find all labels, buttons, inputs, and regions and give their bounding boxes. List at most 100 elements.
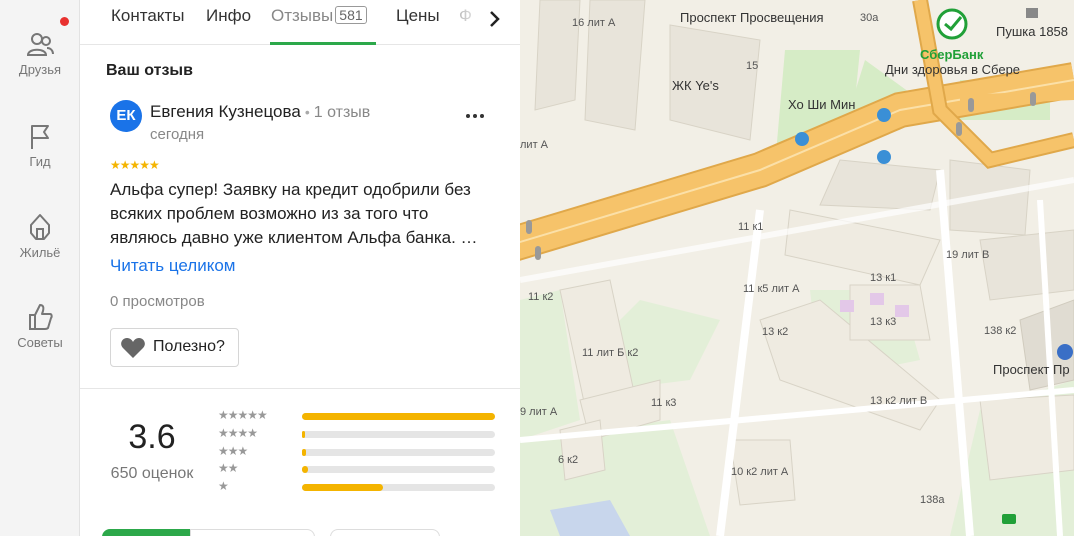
map-label: лит А <box>520 139 548 151</box>
rating-count: 650 оценок <box>110 465 194 482</box>
map-label: 11 лит Б к2 <box>582 347 639 359</box>
map-label: 138 к2 <box>984 325 1017 337</box>
rail-item-label: Друзья <box>18 62 62 77</box>
review-date: сегодня <box>150 126 205 143</box>
tab-bar: Контакты Инфо Отзывы581 Цены Ф <box>80 0 520 45</box>
building <box>849 284 931 341</box>
thumbs-up-icon <box>29 304 53 330</box>
map-label: Хо Ши Мин <box>788 97 856 112</box>
map-label: 11 к1 <box>738 221 764 233</box>
map-label: 16 лит А <box>572 17 616 29</box>
section-title: Ваш отзыв <box>106 62 193 79</box>
views-count: 0 просмотров <box>110 293 205 310</box>
distribution-fill <box>302 413 495 420</box>
map-label: Дни здоровья в Сбере <box>885 62 1021 77</box>
bottom-action-button-secondary[interactable] <box>190 529 315 536</box>
distribution-bar <box>302 413 495 420</box>
distribution-stars: ★ <box>218 479 229 493</box>
map-label: 10 к2 лит А <box>731 466 789 478</box>
map-label: СберБанк <box>920 47 984 62</box>
map-label: Пушка 1858 <box>996 24 1069 39</box>
friends-icon <box>26 33 54 56</box>
map-label: Проспект Просвещения <box>680 10 824 25</box>
tab-info[interactable]: Инфо <box>206 6 251 26</box>
map-label: 11 к2 <box>528 291 554 303</box>
rating-value: 3.6 <box>128 418 176 456</box>
building <box>979 394 1074 481</box>
map-label: 13 к1 <box>870 272 897 284</box>
active-tab-indicator <box>270 42 376 45</box>
building-highlight <box>870 293 884 305</box>
map-label: Проспект Пр <box>993 362 1070 377</box>
distribution-bar <box>302 431 495 438</box>
traffic-light-icon <box>968 98 974 112</box>
traffic-light-icon <box>956 122 962 136</box>
reviews-count-badge: 581 <box>335 6 367 24</box>
map-label: 13 к2 <box>762 326 789 338</box>
author-review-count: 1 отзыв <box>313 104 371 121</box>
bus-stop-icon <box>877 108 891 122</box>
rating-distribution-row: ★★★★ <box>218 426 498 441</box>
distribution-stars: ★★★★★ <box>218 408 268 422</box>
tab-prices[interactable]: Цены <box>396 6 440 26</box>
bus-stop-icon <box>877 150 891 164</box>
tab-reviews-label: Отзывы <box>271 6 334 25</box>
sberbank-logo-icon <box>936 8 968 40</box>
map-canvas[interactable] <box>520 0 1074 536</box>
distribution-bar <box>302 449 495 456</box>
review-text: Альфа супер! Заявку на кредит одобрили б… <box>110 180 478 247</box>
rating-distribution-row: ★★ <box>218 461 498 476</box>
map-label: 138а <box>920 494 945 506</box>
rail-item-guide[interactable]: Гид <box>0 122 80 169</box>
rating-distribution-row: ★★★ <box>218 444 498 459</box>
rating-distribution-row: ★★★★★ <box>218 408 498 423</box>
bus-stop-icon <box>795 132 809 146</box>
building-highlight <box>895 305 909 317</box>
map-poi-icon <box>1002 514 1016 524</box>
map-label: 6 к2 <box>558 454 579 466</box>
place-panel: Контакты Инфо Отзывы581 Цены Ф Ваш отзыв… <box>80 0 520 536</box>
rail-item-label: Гид <box>29 154 51 169</box>
avatar[interactable]: ЕК <box>110 100 142 132</box>
map-view[interactable]: Проспект Просвещения 16 лит А 30а Пушка … <box>520 0 1074 536</box>
map-label: 11 к3 <box>651 397 677 409</box>
map-label: 15 <box>746 60 759 72</box>
traffic-light-icon <box>535 246 541 260</box>
bottom-action-button-tertiary[interactable] <box>330 529 440 536</box>
useful-button-label: Полезно? <box>153 338 225 355</box>
tab-reviews[interactable]: Отзывы 581 <box>271 6 367 26</box>
review-stars: ★★★★★ <box>110 158 160 172</box>
distribution-fill <box>302 431 305 438</box>
distribution-fill <box>302 484 384 491</box>
distribution-bar <box>302 466 495 473</box>
rail-item-housing[interactable]: Жильё <box>0 211 80 260</box>
read-more-link[interactable]: Читать целиком <box>110 256 236 276</box>
housing-icon <box>30 214 50 240</box>
building <box>979 229 1074 301</box>
traffic-light-icon <box>526 220 532 234</box>
rail-item-label: Советы <box>17 335 63 350</box>
bottom-action-button[interactable] <box>102 529 190 536</box>
building <box>784 209 941 286</box>
map-label: 13 к3 <box>870 316 897 328</box>
author-name[interactable]: Евгения Кузнецова <box>150 102 301 121</box>
map-label: 13 к2 лит В <box>870 395 928 407</box>
more-options-icon[interactable] <box>460 104 490 128</box>
distribution-bar <box>302 484 495 491</box>
map-label: 19 лит В <box>946 249 990 261</box>
notification-dot <box>60 17 69 26</box>
map-poi-icon <box>1026 8 1038 18</box>
useful-button[interactable]: Полезно? <box>110 328 239 367</box>
metro-icon <box>1057 344 1073 360</box>
distribution-fill <box>302 449 306 456</box>
distribution-stars: ★★★ <box>218 444 248 458</box>
distribution-stars: ★★★★ <box>218 426 258 440</box>
tab-contacts[interactable]: Контакты <box>111 6 184 26</box>
rail-item-tips[interactable]: Советы <box>0 301 80 350</box>
map-label: ЖК Ye's <box>672 78 719 93</box>
distribution-stars: ★★ <box>218 461 238 475</box>
chevron-right-icon[interactable] <box>484 7 504 31</box>
map-label: 11 к5 лит А <box>743 283 800 295</box>
building <box>559 419 606 481</box>
rail-item-friends[interactable]: Друзья <box>0 30 80 77</box>
